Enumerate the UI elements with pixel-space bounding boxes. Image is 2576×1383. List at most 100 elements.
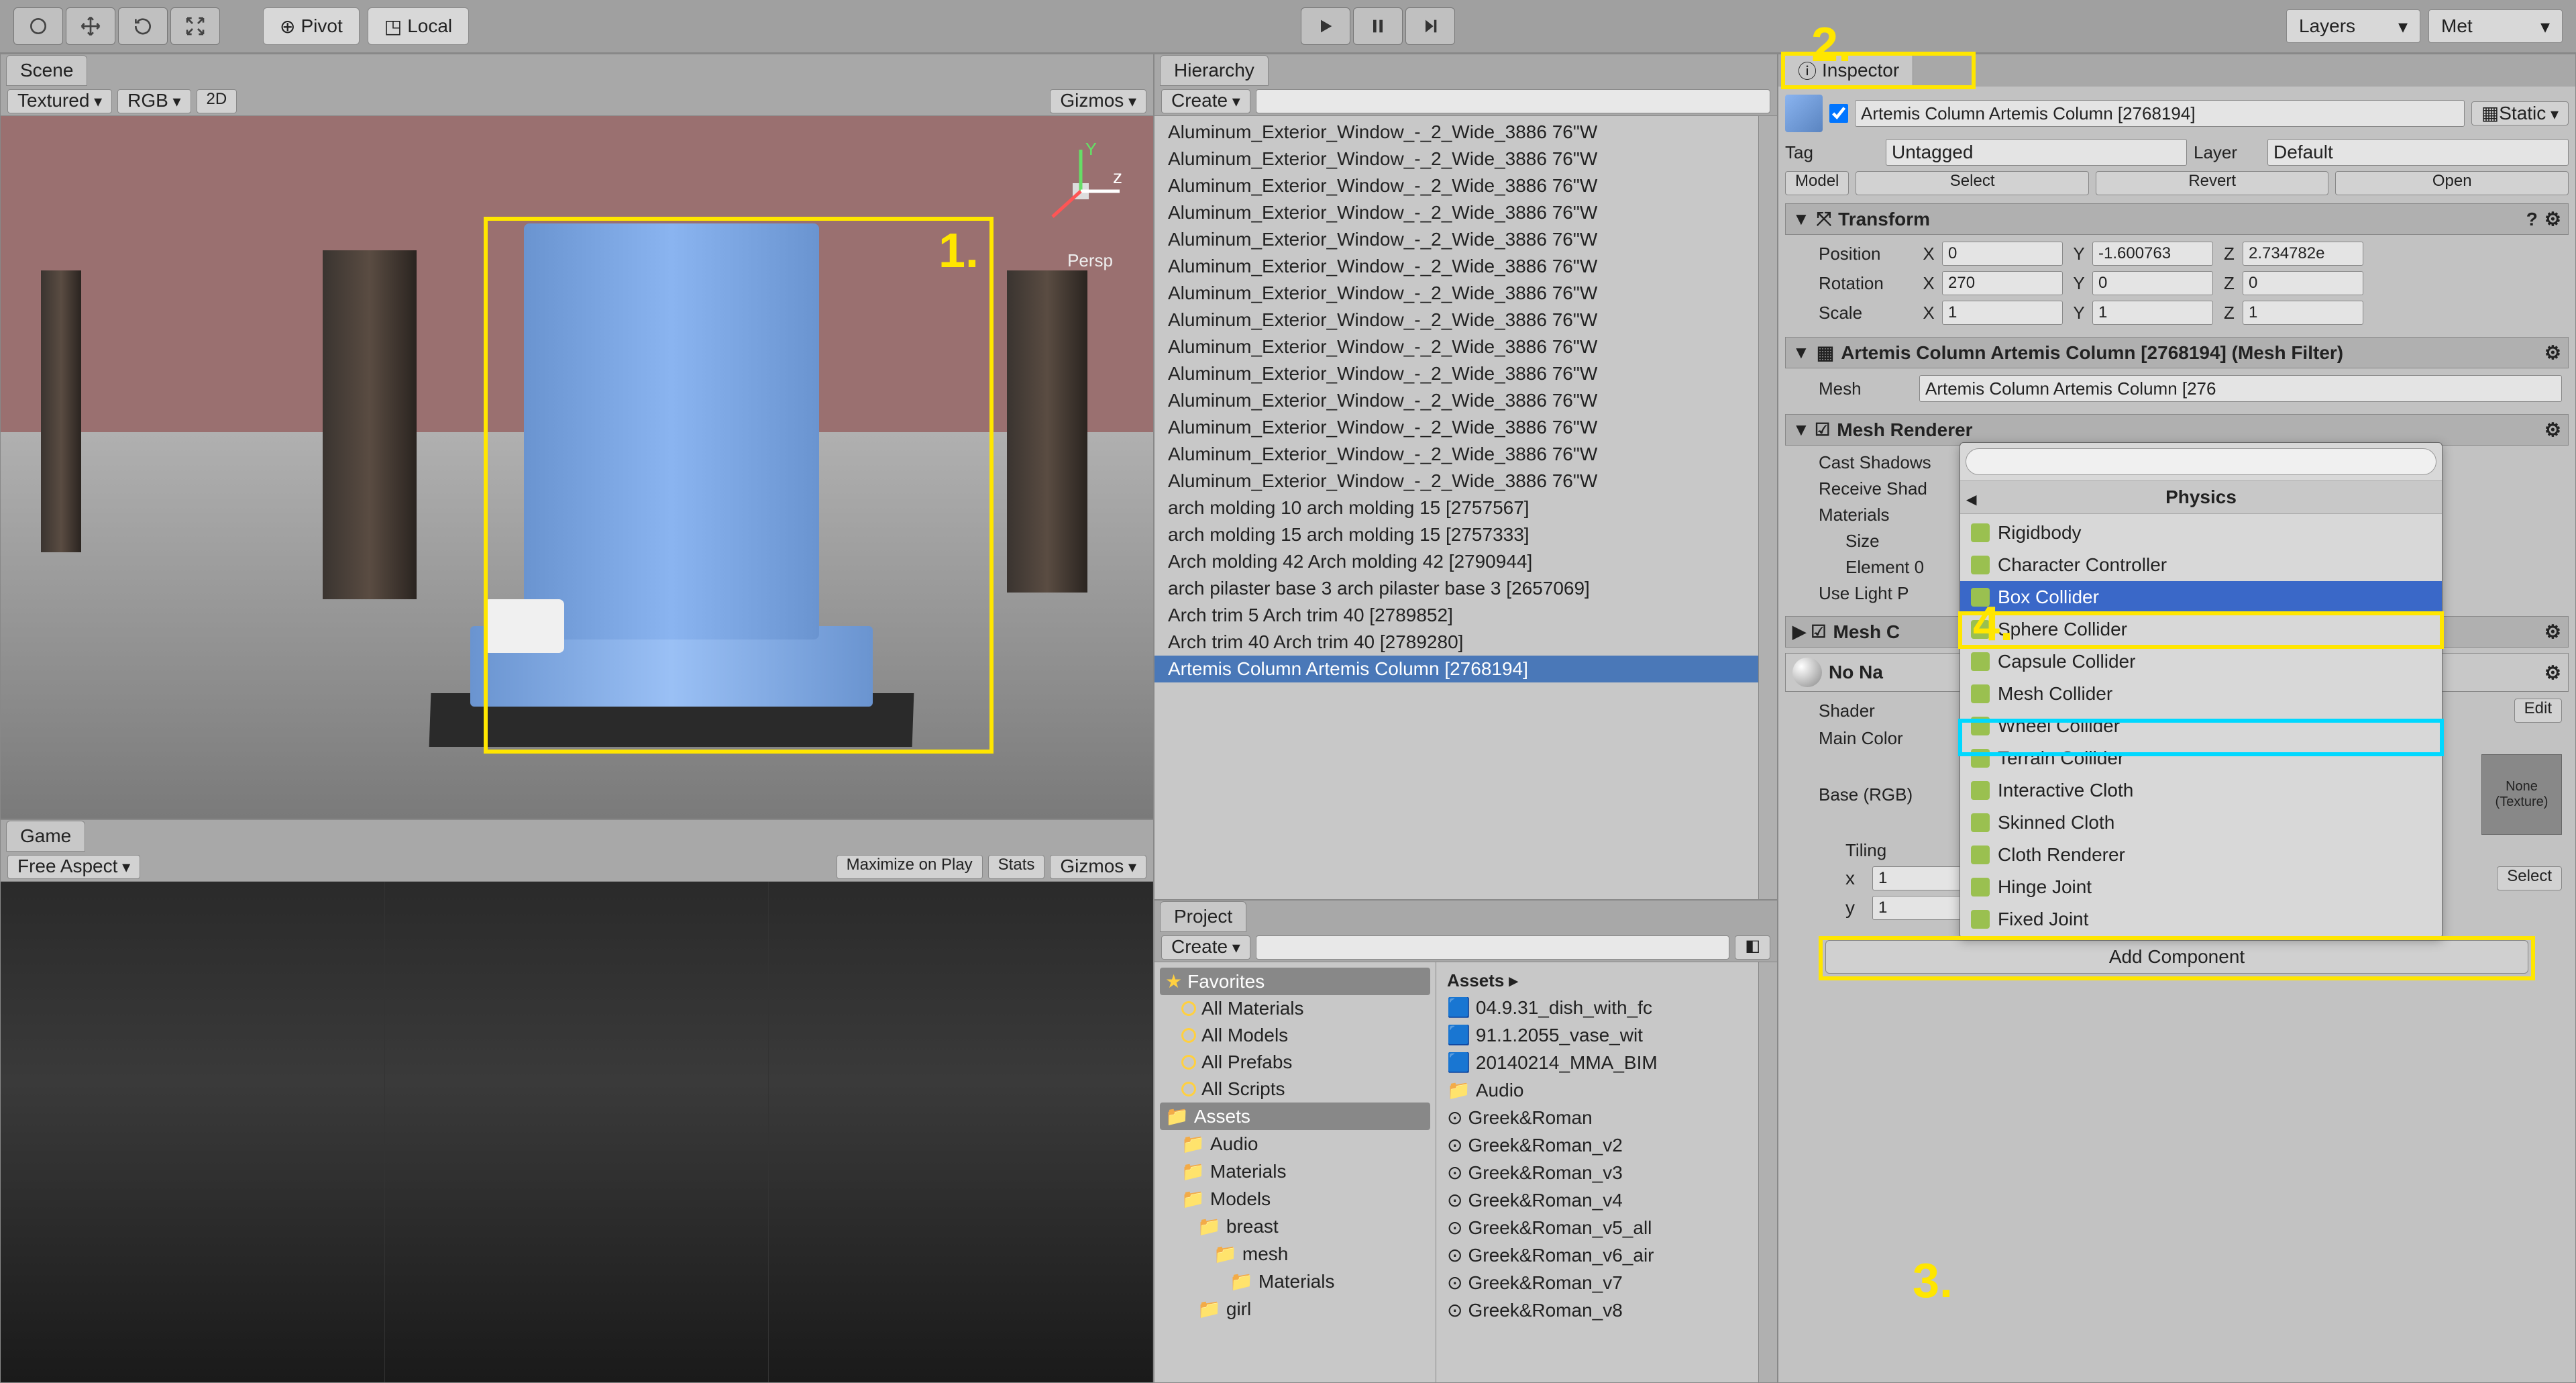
- transform-component-header[interactable]: ▼ ⤧ Transform? ⚙: [1785, 203, 2569, 235]
- hierarchy-item[interactable]: Aluminum_Exterior_Window_-_2_Wide_3886 7…: [1155, 146, 1758, 172]
- scale-y-field[interactable]: 1: [2092, 301, 2213, 325]
- game-aspect-dropdown[interactable]: Free Aspect ▾: [7, 855, 140, 879]
- project-tree[interactable]: ★FavoritesAll MaterialsAll ModelsAll Pre…: [1155, 962, 1436, 1382]
- asset-item[interactable]: ⊙Greek&Roman_v3: [1442, 1159, 1753, 1186]
- project-search[interactable]: [1256, 935, 1730, 960]
- component-menu-item[interactable]: Capsule Collider: [1960, 646, 2442, 678]
- maximize-on-play-toggle[interactable]: Maximize on Play: [837, 855, 983, 879]
- tree-item[interactable]: 📁Models: [1160, 1185, 1430, 1213]
- hierarchy-item[interactable]: Aluminum_Exterior_Window_-_2_Wide_3886 7…: [1155, 307, 1758, 334]
- hierarchy-item[interactable]: Aluminum_Exterior_Window_-_2_Wide_3886 7…: [1155, 387, 1758, 414]
- scene-2d-toggle[interactable]: 2D: [197, 89, 237, 113]
- project-create-dropdown[interactable]: Create ▾: [1161, 935, 1250, 960]
- gear-icon[interactable]: ⚙: [2544, 208, 2561, 230]
- tag-dropdown[interactable]: Untagged: [1886, 139, 2187, 166]
- scene-gizmo[interactable]: Y z: [1032, 143, 1126, 237]
- scale-x-field[interactable]: 1: [1942, 301, 2063, 325]
- project-tab[interactable]: Project: [1160, 901, 1246, 932]
- pos-y-field[interactable]: -1.600763: [2092, 242, 2213, 266]
- assets-breadcrumb[interactable]: Assets ▸: [1442, 968, 1753, 994]
- tree-item[interactable]: 📁Audio: [1160, 1130, 1430, 1158]
- add-component-button[interactable]: Add Component: [1825, 940, 2528, 974]
- scene-gizmos-dropdown[interactable]: Gizmos ▾: [1050, 89, 1146, 113]
- hierarchy-item[interactable]: Aluminum_Exterior_Window_-_2_Wide_3886 7…: [1155, 253, 1758, 280]
- hierarchy-item[interactable]: Aluminum_Exterior_Window_-_2_Wide_3886 7…: [1155, 468, 1758, 495]
- stats-toggle[interactable]: Stats: [988, 855, 1045, 879]
- asset-item[interactable]: ⊙Greek&Roman_v8: [1442, 1296, 1753, 1324]
- game-gizmos-dropdown[interactable]: Gizmos ▾: [1050, 855, 1146, 879]
- hierarchy-item[interactable]: Aluminum_Exterior_Window_-_2_Wide_3886 7…: [1155, 334, 1758, 360]
- asset-item[interactable]: 🟦20140214_MMA_BIM: [1442, 1049, 1753, 1076]
- hand-tool[interactable]: [13, 7, 63, 45]
- asset-item[interactable]: ⊙Greek&Roman_v2: [1442, 1131, 1753, 1159]
- asset-item[interactable]: 🟦04.9.31_dish_with_fc: [1442, 994, 1753, 1021]
- hierarchy-list[interactable]: Aluminum_Exterior_Window_-_2_Wide_3886 7…: [1155, 116, 1758, 899]
- rotate-tool[interactable]: [118, 7, 168, 45]
- hierarchy-item[interactable]: arch molding 10 arch molding 15 [2757567…: [1155, 495, 1758, 521]
- asset-item[interactable]: 📁Audio: [1442, 1076, 1753, 1104]
- hierarchy-item[interactable]: Aluminum_Exterior_Window_-_2_Wide_3886 7…: [1155, 199, 1758, 226]
- revert-button[interactable]: Revert: [2096, 171, 2329, 195]
- component-menu-item[interactable]: Rigidbody: [1960, 517, 2442, 549]
- component-menu-item[interactable]: Wheel Collider: [1960, 710, 2442, 742]
- hierarchy-item[interactable]: Arch molding 42 Arch molding 42 [2790944…: [1155, 548, 1758, 575]
- hierarchy-item[interactable]: Aluminum_Exterior_Window_-_2_Wide_3886 7…: [1155, 226, 1758, 253]
- component-menu-item[interactable]: Terrain Collider: [1960, 742, 2442, 774]
- tree-item[interactable]: ★Favorites: [1160, 968, 1430, 995]
- project-scrollbar[interactable]: [1758, 962, 1777, 1382]
- help-icon[interactable]: ?: [2526, 209, 2538, 230]
- hierarchy-item[interactable]: Aluminum_Exterior_Window_-_2_Wide_3886 7…: [1155, 172, 1758, 199]
- scene-tab[interactable]: Scene: [6, 55, 87, 86]
- rot-y-field[interactable]: 0: [2092, 271, 2213, 295]
- component-menu-item[interactable]: Sphere Collider: [1960, 613, 2442, 646]
- component-search-field[interactable]: [1966, 448, 2436, 475]
- tree-item[interactable]: 📁mesh: [1160, 1240, 1430, 1268]
- pos-z-field[interactable]: 2.734782e: [2243, 242, 2363, 266]
- tree-item[interactable]: 📁girl: [1160, 1295, 1430, 1323]
- layout-dropdown[interactable]: Met▾: [2428, 9, 2563, 43]
- hierarchy-item[interactable]: Aluminum_Exterior_Window_-_2_Wide_3886 7…: [1155, 360, 1758, 387]
- gear-icon[interactable]: ⚙: [2544, 621, 2561, 643]
- component-menu-item[interactable]: Mesh Collider: [1960, 678, 2442, 710]
- scale-z-field[interactable]: 1: [2243, 301, 2363, 325]
- edit-shader-button[interactable]: Edit: [2514, 699, 2562, 723]
- texture-select-button[interactable]: Select: [2497, 866, 2562, 890]
- scene-render-dropdown[interactable]: RGB ▾: [117, 89, 191, 113]
- asset-item[interactable]: ⊙Greek&Roman_v7: [1442, 1269, 1753, 1296]
- tree-item[interactable]: All Prefabs: [1160, 1049, 1430, 1076]
- gameobject-icon[interactable]: [1785, 95, 1823, 132]
- tree-item[interactable]: All Scripts: [1160, 1076, 1430, 1103]
- gameobject-active-checkbox[interactable]: [1829, 104, 1848, 123]
- rot-z-field[interactable]: 0: [2243, 271, 2363, 295]
- hierarchy-create-dropdown[interactable]: Create ▾: [1161, 89, 1250, 113]
- gear-icon[interactable]: ⚙: [2544, 419, 2561, 441]
- component-menu-item[interactable]: Fixed Joint: [1960, 903, 2442, 935]
- component-menu-item[interactable]: Hinge Joint: [1960, 871, 2442, 903]
- move-tool[interactable]: [66, 7, 115, 45]
- popup-back-button[interactable]: ◂: [1967, 488, 1976, 510]
- hierarchy-item[interactable]: Aluminum_Exterior_Window_-_2_Wide_3886 7…: [1155, 414, 1758, 441]
- hierarchy-scrollbar[interactable]: [1758, 116, 1777, 899]
- model-button[interactable]: Model: [1785, 171, 1849, 195]
- texture-slot[interactable]: None (Texture): [2481, 754, 2562, 835]
- component-menu-item[interactable]: Cloth Renderer: [1960, 839, 2442, 871]
- rot-x-field[interactable]: 270: [1942, 271, 2063, 295]
- pivot-toggle[interactable]: ⊕Pivot: [263, 7, 360, 45]
- asset-item[interactable]: ⊙Greek&Roman_v6_air: [1442, 1241, 1753, 1269]
- layers-dropdown[interactable]: Layers▾: [2286, 9, 2420, 43]
- hierarchy-item[interactable]: arch pilaster base 3 arch pilaster base …: [1155, 575, 1758, 602]
- asset-item[interactable]: ⊙Greek&Roman_v4: [1442, 1186, 1753, 1214]
- hierarchy-tab[interactable]: Hierarchy: [1160, 55, 1269, 86]
- asset-item[interactable]: ⊙Greek&Roman: [1442, 1104, 1753, 1131]
- hierarchy-item[interactable]: Aluminum_Exterior_Window_-_2_Wide_3886 7…: [1155, 280, 1758, 307]
- hierarchy-item[interactable]: Aluminum_Exterior_Window_-_2_Wide_3886 7…: [1155, 441, 1758, 468]
- mesh-field[interactable]: Artemis Column Artemis Column [276: [1919, 375, 2562, 402]
- component-menu-item[interactable]: Interactive Cloth: [1960, 774, 2442, 807]
- project-assets[interactable]: Assets ▸🟦04.9.31_dish_with_fc🟦91.1.2055_…: [1436, 962, 1758, 1382]
- tree-item[interactable]: 📁Materials: [1160, 1268, 1430, 1295]
- component-menu-item[interactable]: Character Controller: [1960, 549, 2442, 581]
- scene-shading-dropdown[interactable]: Textured ▾: [7, 89, 112, 113]
- select-button[interactable]: Select: [1856, 171, 2089, 195]
- gameobject-name-field[interactable]: Artemis Column Artemis Column [2768194]: [1855, 100, 2465, 127]
- layer-dropdown[interactable]: Default: [2267, 139, 2569, 166]
